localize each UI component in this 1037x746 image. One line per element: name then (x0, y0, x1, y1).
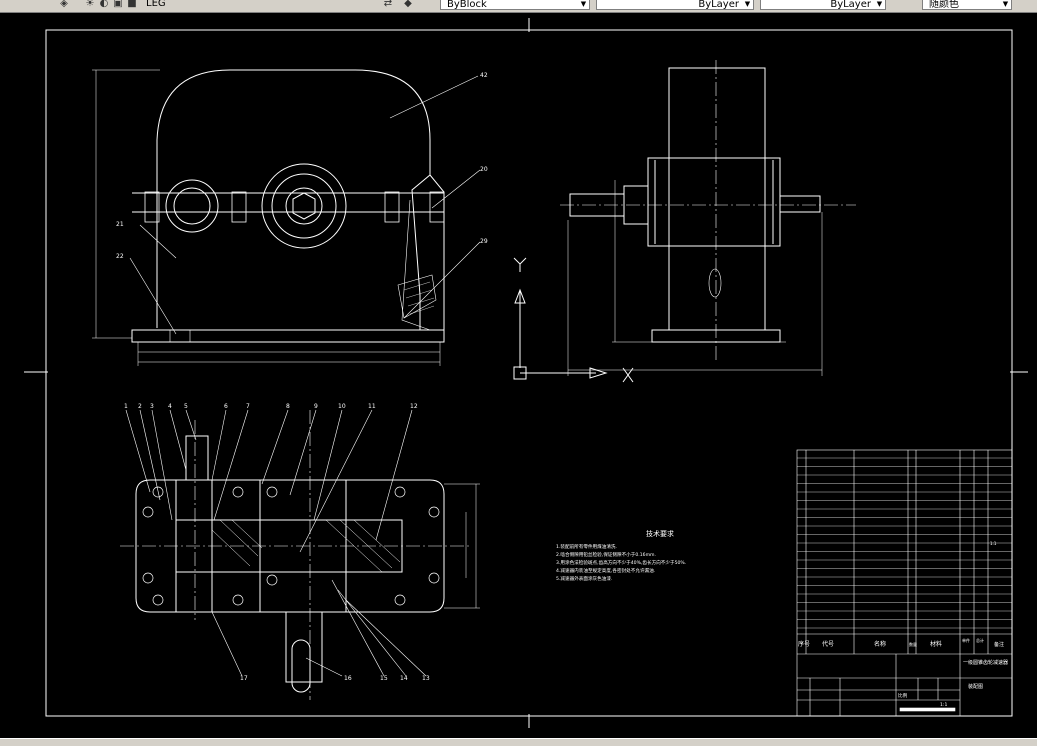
tech-requirement-line: 4.减速器内装油至规定高度,各密封处不允许漏油. (556, 567, 655, 574)
layer-states-icon[interactable]: ◈ (58, 0, 70, 10)
tech-requirement-line: 2.啮合侧隙用铅丝检验,保证侧隙不小于0.16mm. (556, 551, 656, 558)
title-block-scale-label: 比例 (898, 692, 908, 699)
color-dropdown[interactable]: ByBlock ▼ (440, 0, 590, 10)
table-header-cell: 代号 (822, 640, 834, 648)
chevron-down-icon: ▼ (580, 0, 587, 8)
part-label: 20 (480, 166, 488, 173)
title-block-drawing-no: 装配图 (968, 683, 983, 690)
layer-previous-icon[interactable]: ◆ (402, 0, 414, 10)
drawing-canvas[interactable]: 42 20 29 21 22 1 2 3 4 5 6 7 8 9 10 11 1… (0, 13, 1037, 738)
front-view (92, 69, 481, 366)
part-label: 6 (224, 403, 228, 410)
chevron-down-icon: ▼ (744, 0, 751, 8)
title-block-scale: 1:1 (940, 702, 947, 708)
bulb-icon[interactable]: ☀ (84, 0, 96, 10)
part-label: 8 (286, 403, 290, 410)
part-label: 9 (314, 403, 318, 410)
linetype-dropdown[interactable]: ByLayer ▼ (596, 0, 754, 10)
table-header-cell: 数量 (909, 641, 917, 647)
cad-drawing[interactable]: 42 20 29 21 22 1 2 3 4 5 6 7 8 9 10 11 1… (0, 13, 1037, 738)
part-label: 17 (240, 675, 248, 682)
title-block-name: 一级圆锥齿轮减速器 (963, 659, 1008, 666)
parts-list-table (796, 449, 1013, 717)
layer-dropdown-value[interactable]: LEG (146, 0, 166, 11)
plotstyle-dropdown[interactable]: 随颜色 ▼ (922, 0, 1012, 10)
part-label: 13 (422, 675, 430, 682)
part-label: 10 (338, 403, 346, 410)
top-section-view (120, 409, 480, 700)
side-view (560, 60, 856, 376)
table-header-cell: 备注 (994, 641, 1004, 648)
linetype-dropdown-value: ByLayer (698, 0, 739, 10)
table-header-cell: 单件 (962, 637, 970, 643)
lineweight-dropdown[interactable]: ByLayer ▼ (760, 0, 886, 10)
chevron-down-icon: ▼ (876, 0, 883, 8)
part-label: 7 (246, 403, 250, 410)
color-swatch-icon[interactable]: ■ (126, 0, 138, 10)
table-header-cell: 总计 (976, 637, 984, 643)
plotstyle-dropdown-value: 随颜色 (929, 0, 959, 10)
properties-toolbar: ◈ ☀ ◐ ▣ ■ LEG ⇄ ◆ ByBlock ▼ ByLayer ▼ By… (0, 0, 1037, 13)
part-label: 14 (400, 675, 408, 682)
part-label: 15 (380, 675, 388, 682)
part-label: 29 (480, 238, 488, 245)
part-label: 16 (344, 675, 352, 682)
lineweight-dropdown-value: ByLayer (830, 0, 871, 10)
table-header-cell: 名称 (874, 640, 886, 648)
part-label: 11 (368, 403, 376, 410)
tech-requirement-line: 5.减速器外表面涂灰色油漆. (556, 575, 612, 582)
table-note: 1:1 (990, 541, 997, 546)
chevron-down-icon: ▼ (1002, 0, 1009, 8)
lock-icon[interactable]: ▣ (112, 0, 124, 10)
part-label: 12 (410, 403, 418, 410)
tech-requirement-line: 3.用涂色法检验斑点,齿高方向不少于40%,齿长方向不少于50%. (556, 559, 686, 566)
part-label: 21 (116, 221, 124, 228)
part-label: 42 (480, 72, 488, 79)
part-label: 2 (138, 403, 142, 410)
sun-icon[interactable]: ◐ (98, 0, 110, 10)
part-label: 5 (184, 403, 188, 410)
color-dropdown-value: ByBlock (447, 0, 487, 10)
tech-requirements-title: 技术要求 (646, 529, 674, 538)
part-label: 22 (116, 253, 124, 260)
make-current-icon[interactable]: ⇄ (382, 0, 394, 10)
tech-requirement-line: 1.装配前所有零件用煤油清洗. (556, 543, 617, 550)
table-header-cell: 序号 (798, 640, 810, 648)
table-header-cell: 材料 (930, 640, 942, 648)
part-label: 1 (124, 403, 128, 410)
part-label: 3 (150, 403, 154, 410)
part-label: 4 (168, 403, 172, 410)
